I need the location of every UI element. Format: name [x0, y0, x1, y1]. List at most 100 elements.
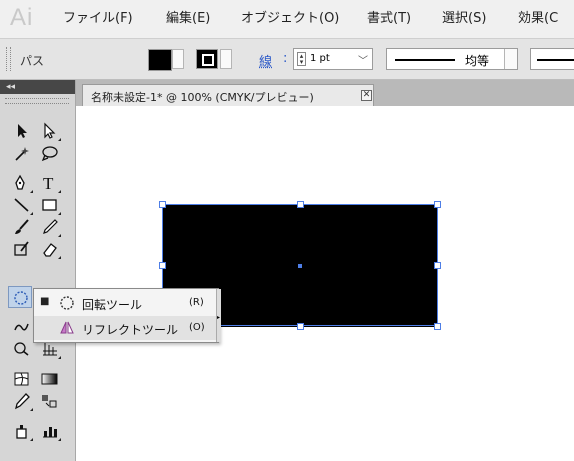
pen-tool[interactable] [10, 172, 34, 194]
menu-file[interactable]: ファイル(F) [63, 11, 133, 27]
more-tools-corner [30, 438, 33, 441]
checked-bullet: ■ [40, 296, 50, 307]
eraser-icon [43, 243, 57, 257]
line-segment-tool[interactable] [10, 194, 34, 216]
direct-selection-tool[interactable] [38, 120, 62, 142]
center-point [298, 264, 302, 268]
app-logo: Ai [10, 4, 34, 31]
close-icon[interactable]: ✕ [361, 90, 372, 101]
flyout-shortcut: (R) [189, 297, 204, 308]
shape-builder-tool[interactable] [10, 338, 34, 360]
flyout-item-rotate-tool[interactable]: ■ 回転ツール (R) [34, 291, 218, 315]
lasso-tool[interactable] [38, 142, 62, 164]
rotate-tools-flyout: ■ 回転ツール (R) リフレクトツール (O) ▸ [33, 288, 221, 343]
warp-tool[interactable] [10, 316, 34, 338]
handle-middle-left[interactable] [159, 262, 166, 269]
type-tool[interactable]: T [38, 172, 62, 194]
more-tools-corner [30, 190, 33, 193]
mesh-tool[interactable] [10, 368, 34, 390]
stroke-weight-field[interactable]: ▴ ▾ 1 pt ﹀ [293, 48, 373, 70]
menu-type[interactable]: 書式(T) [367, 11, 411, 27]
rotate-icon [14, 291, 28, 305]
stroke-color-swatch[interactable] [196, 49, 218, 69]
tools-panel-grip[interactable] [5, 98, 69, 104]
profile-dropdown-button[interactable] [504, 49, 517, 69]
menu-edit[interactable]: 編集(E) [166, 11, 210, 27]
pencil-tool[interactable] [38, 216, 62, 238]
handle-top-left[interactable] [159, 201, 166, 208]
paintbrush-tool[interactable] [10, 216, 34, 238]
magic-wand-icon [15, 147, 29, 161]
stroke-weight-stepper[interactable]: ▴ ▾ [297, 52, 306, 66]
stroke-panel-link[interactable]: 線 [259, 51, 272, 70]
brush-preview-line [537, 59, 574, 61]
blend-icon [42, 395, 57, 408]
selection-tool[interactable] [10, 120, 34, 142]
more-tools-corner [58, 234, 61, 237]
brush-definition-select[interactable] [530, 48, 574, 70]
document-tab[interactable]: 名称未設定-1* @ 100% (CMYK/プレビュー) ✕ [82, 84, 374, 106]
blend-tool[interactable] [38, 390, 62, 412]
gradient-icon [41, 373, 58, 385]
profile-preview-line [395, 59, 455, 62]
handle-top-right[interactable] [434, 201, 441, 208]
magic-wand-tool[interactable] [10, 142, 34, 164]
document-tab-bar: 名称未設定-1* @ 100% (CMYK/プレビュー) ✕ [76, 80, 574, 106]
eyedropper-tool[interactable] [10, 390, 34, 412]
menu-effect[interactable]: 効果(C [518, 11, 558, 27]
fill-color-swatch[interactable] [148, 49, 172, 71]
rotate-icon [60, 296, 74, 310]
more-tools-corner [58, 356, 61, 359]
control-bar-grip[interactable] [6, 47, 11, 71]
blob-brush-tool[interactable] [10, 238, 34, 260]
variable-width-profile-select[interactable]: 均等 [386, 48, 518, 70]
handle-bottom-middle[interactable] [297, 323, 304, 330]
rectangle-icon [42, 199, 57, 211]
svg-text:T: T [43, 174, 54, 192]
column-graph-tool[interactable] [38, 420, 62, 442]
direct-selection-icon [44, 122, 56, 139]
pencil-icon [43, 219, 58, 234]
handle-bottom-right[interactable] [434, 323, 441, 330]
rectangle-tool[interactable] [38, 194, 62, 216]
menu-bar: Ai ファイル(F) 編集(E) オブジェクト(O) 書式(T) 選択(S) 効… [0, 0, 574, 38]
shape-builder-icon [14, 342, 29, 356]
eraser-tool[interactable] [38, 238, 62, 260]
stroke-dropdown-button[interactable] [220, 49, 232, 69]
flyout-shortcut: (O) [189, 322, 205, 333]
handle-middle-right[interactable] [434, 262, 441, 269]
more-tools-corner [30, 212, 33, 215]
more-tools-corner [58, 256, 61, 259]
lasso-icon [41, 146, 58, 162]
reflect-icon [60, 321, 74, 334]
handle-top-middle[interactable] [297, 201, 304, 208]
menu-object[interactable]: オブジェクト(O) [241, 11, 339, 27]
selection-type-label: パス [20, 54, 45, 68]
more-tools-corner [58, 190, 61, 193]
control-bar: パス 線 : ▴ ▾ 1 pt ﹀ 均等 [0, 38, 574, 80]
stroke-swatch-inner [202, 54, 214, 66]
column-graph-icon [43, 427, 57, 438]
collapse-icon[interactable]: ◂◂ [6, 80, 15, 94]
flyout-item-reflect-tool[interactable]: リフレクトツール (O) [34, 316, 218, 340]
fill-dropdown-button[interactable] [172, 49, 184, 69]
stroke-weight-value[interactable]: 1 pt [310, 53, 330, 64]
gradient-tool[interactable] [38, 368, 62, 390]
menu-select[interactable]: 選択(S) [442, 11, 486, 27]
flyout-label: 回転ツール [82, 298, 143, 312]
symbol-sprayer-icon [16, 425, 27, 439]
tools-panel-header[interactable]: ◂◂ [0, 80, 75, 94]
rotate-tool[interactable] [8, 286, 32, 308]
mesh-icon [14, 372, 29, 386]
profile-label: 均等 [465, 54, 490, 68]
more-tools-corner [58, 438, 61, 441]
chevron-down-icon[interactable]: ﹀ [358, 52, 368, 67]
more-tools-corner [58, 212, 61, 215]
tearoff-tab[interactable]: ▸ [216, 289, 221, 342]
symbol-sprayer-tool[interactable] [10, 420, 34, 442]
document-tab-title[interactable]: 名称未設定-1* @ 100% (CMYK/プレビュー) [91, 89, 314, 105]
tearoff-arrow-icon: ▸ [217, 314, 221, 321]
selection-arrow-icon [18, 124, 27, 138]
type-t-icon: T [43, 174, 54, 192]
more-tools-corner [58, 138, 61, 141]
